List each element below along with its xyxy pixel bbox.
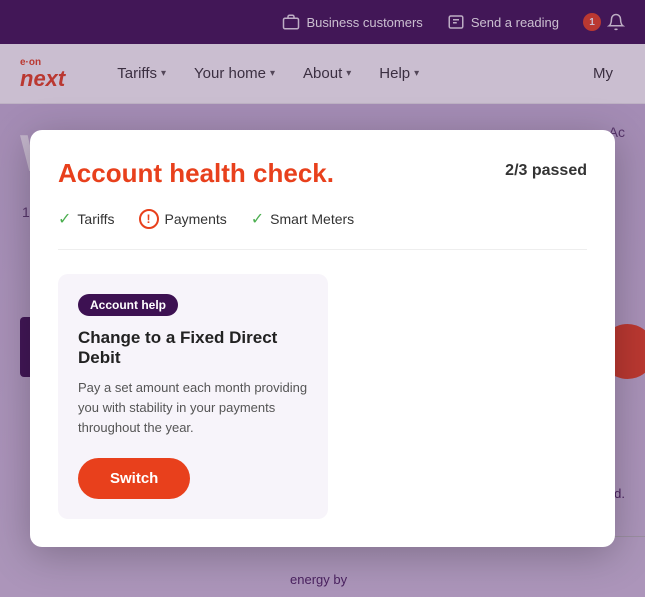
passed-count: 2/3 passed [505,162,587,180]
account-health-check-modal: Account health check. 2/3 passed ✓ Tarif… [30,130,615,547]
checks-row: ✓ Tariffs ! Payments ✓ Smart Meters [58,209,587,250]
check-payments: ! Payments [139,209,227,229]
card-badge: Account help [78,294,178,316]
check-tariffs-label: Tariffs [77,211,114,227]
switch-button[interactable]: Switch [78,458,190,499]
card-description: Pay a set amount each month providing yo… [78,378,308,438]
account-help-card: Account help Change to a Fixed Direct De… [58,274,328,519]
check-smart-meters: ✓ Smart Meters [251,209,354,229]
check-smart-meters-label: Smart Meters [270,211,354,227]
modal-header: Account health check. 2/3 passed [58,158,587,189]
check-tariffs: ✓ Tariffs [58,209,115,229]
card-title: Change to a Fixed Direct Debit [78,328,308,368]
check-payments-label: Payments [165,211,227,227]
check-pass-icon: ✓ [251,209,264,229]
check-warning-icon: ! [139,209,159,229]
check-pass-icon: ✓ [58,209,71,229]
modal-title: Account health check. [58,158,334,189]
